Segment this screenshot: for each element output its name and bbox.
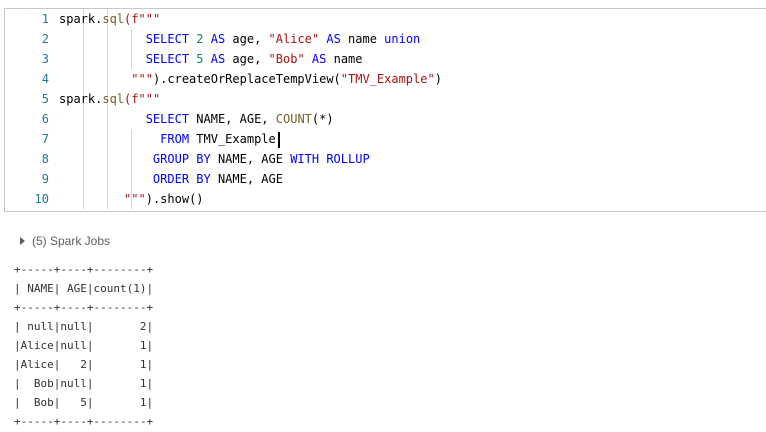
line-number: 5	[41, 92, 49, 106]
code-token: TMV_Example	[196, 132, 276, 146]
code-token: sql	[102, 12, 125, 26]
output-line: +-----+----+--------+	[14, 415, 154, 428]
code-area[interactable]: spark.sql(f""" SELECT 2 AS age, "Alice" …	[59, 9, 766, 211]
code-line: SELECT 5 AS age, "Bob" AS name	[59, 49, 363, 69]
code-token: SELECT	[145, 112, 197, 126]
line-number: 9	[41, 172, 49, 186]
code-token: AS	[311, 52, 334, 66]
code-token: AS	[326, 32, 349, 46]
code-token: )	[434, 72, 442, 86]
code-token: spark.	[59, 92, 103, 106]
cell-output: +-----+----+--------+ | NAME| AGE|count(1…	[14, 260, 153, 431]
expand-arrow-icon[interactable]	[20, 237, 25, 245]
line-number-gutter: 1 2 3 4 5 6 7 8 9 10	[5, 9, 59, 211]
code-line: ORDER BY NAME, AGE	[59, 169, 283, 189]
output-line: | Bob|null| 1|	[14, 377, 154, 390]
output-line: |Alice| 2| 1|	[14, 358, 154, 371]
output-line: | null|null| 2|	[14, 320, 154, 333]
code-token: ).createOrReplaceTempView(	[152, 72, 341, 86]
output-line: | NAME| AGE|count(1)|	[14, 282, 154, 295]
code-token: (f"""	[124, 12, 161, 26]
code-token: name	[348, 32, 385, 46]
code-token: AS	[210, 52, 233, 66]
code-token: union	[384, 32, 421, 46]
output-line: +-----+----+--------+	[14, 301, 154, 314]
code-line: GROUP BY NAME, AGE WITH ROLLUP	[59, 149, 370, 169]
code-token: "TMV_Example"	[340, 72, 435, 86]
code-line: """).show()	[59, 189, 204, 209]
code-token: WITH ROLLUP	[290, 152, 370, 166]
code-token: "Bob"	[268, 52, 312, 66]
code-token: NAME, AGE	[217, 172, 283, 186]
line-number: 1	[41, 12, 49, 26]
code-line: """).createOrReplaceTempView("TMV_Exampl…	[59, 69, 442, 89]
text-cursor	[277, 131, 280, 148]
code-token: "Alice"	[268, 32, 327, 46]
cell-divider	[4, 211, 766, 212]
output-line: | Bob| 5| 1|	[14, 396, 154, 409]
code-token: age,	[232, 32, 269, 46]
code-token: """	[124, 192, 146, 206]
code-token: NAME, AGE,	[196, 112, 276, 126]
code-line: spark.sql(f"""	[59, 89, 160, 109]
code-token: SELECT	[145, 52, 197, 66]
line-number: 7	[41, 132, 49, 146]
code-token: COUNT	[275, 112, 312, 126]
code-cell-editor[interactable]: 1 2 3 4 5 6 7 8 9 10 spark.sql(f""" SELECT 2 AS a…	[4, 8, 766, 212]
line-number: 3	[41, 52, 49, 66]
code-token: age,	[232, 52, 269, 66]
code-token: spark.	[59, 12, 103, 26]
spark-jobs-label: (5) Spark Jobs	[32, 234, 111, 248]
code-token: SELECT	[145, 32, 197, 46]
code-line: spark.sql(f"""	[59, 9, 160, 29]
code-line: FROM TMV_Example	[59, 129, 280, 149]
code-token: """	[131, 72, 153, 86]
code-token: FROM	[160, 132, 197, 146]
output-line: +-----+----+--------+	[14, 263, 154, 276]
code-token: ).show()	[145, 192, 204, 206]
code-token: AS	[210, 32, 233, 46]
code-line: SELECT NAME, AGE, COUNT(*)	[59, 109, 334, 129]
code-token: name	[333, 52, 363, 66]
code-token: NAME, AGE	[217, 152, 291, 166]
line-number: 2	[41, 32, 49, 46]
line-number: 10	[34, 192, 49, 206]
code-token: GROUP BY	[152, 152, 218, 166]
code-token: (f"""	[124, 92, 161, 106]
code-token: 5	[196, 52, 211, 66]
line-number: 6	[41, 112, 49, 126]
code-token: sql	[102, 92, 125, 106]
code-token: 2	[196, 32, 211, 46]
line-number: 8	[41, 152, 49, 166]
code-token: (*)	[311, 112, 334, 126]
output-line: |Alice|null| 1|	[14, 339, 154, 352]
code-token: ORDER BY	[152, 172, 218, 186]
spark-jobs-toggle[interactable]: (5) Spark Jobs	[20, 232, 110, 250]
line-number: 4	[41, 72, 49, 86]
code-line: SELECT 2 AS age, "Alice" AS name union	[59, 29, 421, 49]
